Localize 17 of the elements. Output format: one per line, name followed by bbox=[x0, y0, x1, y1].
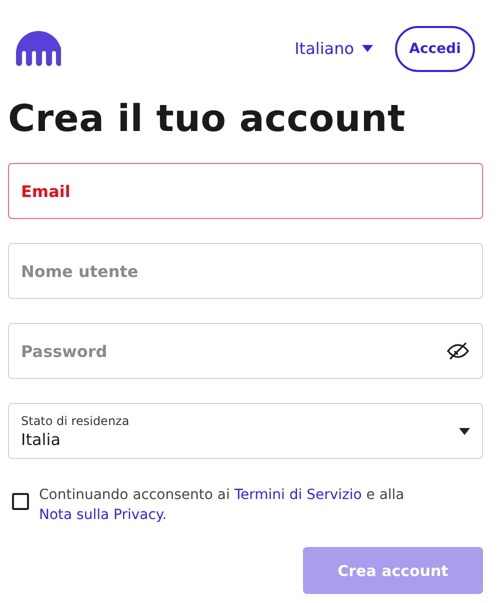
password-field[interactable]: Password bbox=[8, 323, 483, 379]
country-select[interactable]: Stato di residenza Italia bbox=[8, 403, 483, 459]
text-field[interactable]: Nome utente bbox=[8, 243, 483, 299]
link[interactable]: Nota sulla Privacy bbox=[39, 507, 162, 523]
link[interactable]: Termini di Servizio bbox=[234, 487, 362, 503]
page-title: Crea il tuo account bbox=[8, 96, 406, 142]
caret-icon bbox=[362, 45, 373, 52]
login-button[interactable]: Accedi bbox=[395, 26, 475, 72]
caret-icon bbox=[459, 428, 470, 434]
language-dropdown[interactable]: Italiano bbox=[294, 39, 373, 58]
hidden-eye-icon[interactable] bbox=[447, 342, 469, 360]
field-value: Italia bbox=[21, 430, 62, 448]
text-field[interactable]: Email bbox=[8, 163, 483, 219]
consent-text: Continuando acconsento ai Termini di Servizio e alla Nota sulla Privacy. bbox=[39, 486, 406, 525]
consent-checkbox[interactable] bbox=[12, 493, 29, 510]
field-label: Stato di residenza bbox=[21, 414, 130, 428]
logo-icon[interactable] bbox=[16, 31, 61, 66]
